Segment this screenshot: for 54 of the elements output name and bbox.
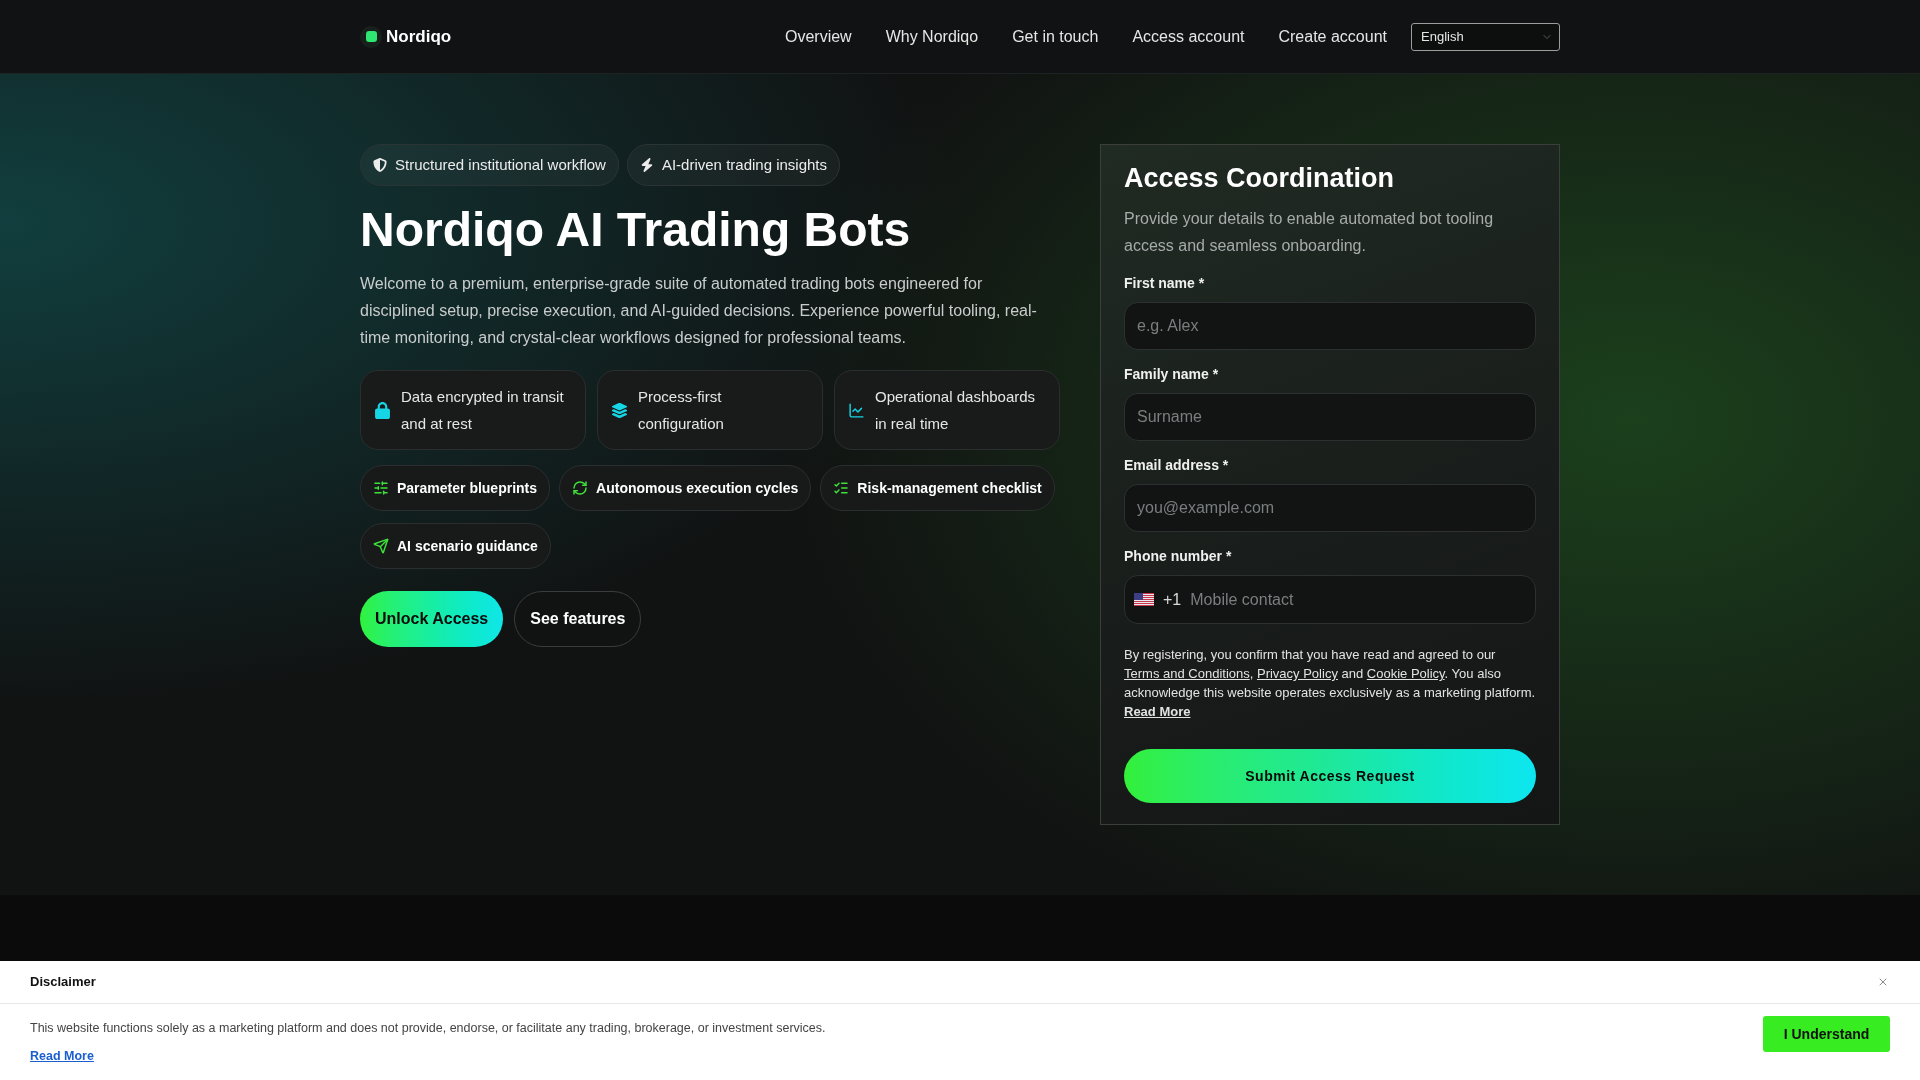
pill-label: Parameter blueprints	[397, 478, 538, 498]
flag-icon	[1134, 593, 1154, 606]
language-select[interactable]: English	[1411, 22, 1560, 51]
circular-arrows-icon	[572, 480, 589, 496]
phone-number-input[interactable]: Mobile contact	[1190, 587, 1526, 612]
sliders-icon	[373, 480, 389, 496]
hero-intro: Welcome to a premium, enterprise-grade suite of automated trading bots engineered for disciplined setup, precise execution, and AI-guided decisions. Experience powerful tooling, real-time monitoring, and crystal-clear workflows designed for professional teams.	[360, 274, 1038, 348]
nav-link[interactable]: Create account	[1278, 24, 1387, 49]
hero-title: Nordiqo AI Trading Bots	[360, 202, 912, 258]
disclaimer-title: Disclaimer	[30, 973, 96, 992]
consent-text: By registering, you confirm that you have read and agreed to our Terms and Conditions, Privacy Policy and Cookie Policy. You also acknowledge this website operates exclusively as a marketing platform. Read More	[1124, 646, 1536, 721]
text-link[interactable]: Privacy Policy	[1256, 666, 1338, 681]
paper-plane-icon	[373, 538, 389, 554]
logo-icon	[360, 25, 382, 48]
text-link[interactable]: Cookie Policy	[1366, 666, 1445, 681]
close-icon	[1877, 976, 1889, 988]
feature-text: Process-first configuration	[638, 387, 725, 434]
email-input[interactable]: you@example.com	[1124, 484, 1536, 532]
lightning-icon	[639, 158, 654, 172]
field-label: Family name *	[1124, 365, 1220, 384]
phone-field[interactable]: +1 Mobile contact	[1124, 575, 1536, 624]
badge-label: AI-driven trading insights	[661, 154, 828, 175]
brand-name[interactable]: Nordiqo	[386, 23, 452, 50]
unlock-access-button[interactable]: Unlock Access	[360, 591, 504, 647]
pill-label: Autonomous execution cycles	[596, 478, 799, 498]
layers-icon	[611, 401, 628, 419]
lock-icon	[374, 401, 391, 419]
text-input[interactable]: e.g. Alex	[1124, 302, 1536, 350]
field-label: First name *	[1124, 274, 1206, 293]
shield-icon	[373, 158, 387, 172]
disclaimer-text: This website functions solely as a marketing platform and does not provide, endorse, or facilitate any trading, brokerage, or investment services.	[30, 1020, 826, 1037]
nav-link[interactable]: Overview	[784, 24, 852, 49]
nav-link[interactable]: Why Nordiqo	[885, 24, 979, 49]
badge-label: Structured institutional workflow	[395, 154, 606, 175]
submit-button[interactable]: Submit Access Request	[1124, 749, 1536, 803]
text-link[interactable]: Read More	[1124, 704, 1191, 719]
see-features-button[interactable]: See features	[514, 591, 642, 647]
form-title: Access Coordination	[1124, 162, 1396, 195]
dial-code: +1	[1163, 589, 1182, 610]
feature-text: Operational dashboards in real time	[875, 387, 1037, 434]
nav-link[interactable]: Get in touch	[1012, 24, 1099, 49]
text-link[interactable]: Terms and Conditions	[1124, 666, 1250, 681]
form-description: Provide your details to enable automated bot tooling access and seamless onboarding.	[1124, 209, 1495, 256]
pill-label: Risk-management checklist	[857, 478, 1042, 498]
pill-label: AI scenario guidance	[397, 536, 538, 556]
read-more-link[interactable]: Read More	[30, 1048, 94, 1064]
feature-text: Data encrypted in transit and at rest	[401, 387, 565, 434]
checklist-icon	[833, 480, 850, 496]
field-label: Phone number *	[1124, 547, 1233, 566]
text-input[interactable]: Surname	[1124, 393, 1536, 441]
line-chart-icon	[848, 401, 865, 419]
understand-button[interactable]: I Understand	[1763, 1016, 1890, 1052]
nav-link[interactable]: Access account	[1132, 24, 1245, 49]
field-label: Email address *	[1124, 456, 1230, 475]
